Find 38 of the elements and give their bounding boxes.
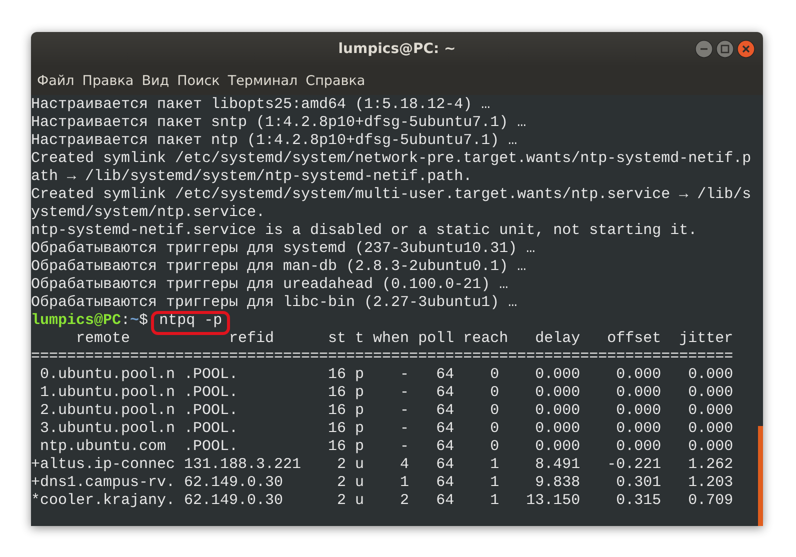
prompt-symbol: $ [139, 312, 148, 330]
output-line: ath → /lib/systemd/system/ntp-systemd-netif.path. [31, 168, 474, 186]
output-line: 1.ubuntu.pool.n .POOL. 16 p - 64 0 0.000 0.000 0.000 [39, 384, 734, 402]
menu-item[interactable]: Вид [140, 72, 176, 88]
output-line: +altus.ip-connec 131.188.3.221 2 u 4 64 1 8.491 -0.221 1.262 [31, 456, 734, 474]
output-line: Обрабатываются триггеры для ureadahead (0.100.0-21) … [31, 276, 510, 294]
output-line: ============================================================================== [31, 348, 734, 366]
window-title: lumpics@PC: ~ [338, 41, 456, 57]
menu-item[interactable]: Поиск [175, 72, 226, 88]
output-line: ntp.ubuntu.com .POOL. 16 p - 64 0 0.000 0.000 0.000 [39, 438, 734, 456]
output-line: 3.ubuntu.pool.n .POOL. 16 p - 64 0 0.000 0.000 0.000 [39, 420, 734, 438]
output-line: Обрабатываются триггеры для libc-bin (2.27-3ubuntu1) … [31, 294, 518, 312]
output-line: 2.ubuntu.pool.n .POOL. 16 p - 64 0 0.000 0.000 0.000 [39, 402, 734, 420]
prompt-path: ~ [130, 312, 140, 330]
output-line: Обрабатываются триггеры для systemd (237-3ubuntu10.31) … [31, 240, 536, 258]
prompt-separator: : [121, 312, 130, 330]
output-line: Обрабатываются триггеры для man-db (2.8.3-2ubuntu0.1) … [31, 258, 528, 276]
maximize-icon[interactable] [716, 40, 734, 58]
menu-item[interactable]: Файл [35, 72, 80, 88]
output-line: 0.ubuntu.pool.n .POOL. 16 p - 64 0 0.000 0.000 0.000 [39, 366, 734, 384]
output-line: Created symlink /etc/systemd/system/multi-user.target.wants/ntp.service → /lib/s [31, 186, 752, 204]
output-line: Настраивается пакет sntp (1:4.2.8p10+dfsg-5ubuntu7.1) … [31, 114, 528, 132]
menu-item[interactable]: Справка [304, 72, 372, 88]
output-line: ystemd/system/ntp.service. [31, 204, 266, 222]
command-text: ntpq -p [157, 312, 224, 330]
output-line: Настраивается пакет ntp (1:4.2.8p10+dfsg-5ubuntu7.1) … [31, 132, 518, 150]
output-line: Настраивается пакет libopts25:amd64 (1:5.18.12-4) … [31, 96, 492, 114]
output-line: ntp-systemd-netif.service is a disabled or a static unit, not starting it. [31, 222, 698, 240]
output-line: Created symlink /etc/systemd/system/network-pre.target.wants/ntp-systemd-netif.p [31, 150, 752, 168]
scrollbar[interactable] [758, 426, 763, 526]
minimize-icon[interactable] [695, 40, 713, 58]
menu-item[interactable]: Правка [80, 72, 140, 88]
menu-item[interactable]: Терминал [226, 72, 304, 88]
output-line: +dns1.campus-rv. 62.149.0.30 2 u 1 64 1 9.838 0.301 1.203 [31, 474, 734, 492]
close-icon[interactable] [737, 40, 755, 58]
output-line: *cooler.krajany. 62.149.0.30 2 u 2 64 1 13.150 0.315 0.709 [31, 492, 734, 510]
prompt-user: lumpics@PC [31, 312, 122, 330]
output-line: remote refid st t when poll reach delay offset jitter [75, 330, 734, 348]
